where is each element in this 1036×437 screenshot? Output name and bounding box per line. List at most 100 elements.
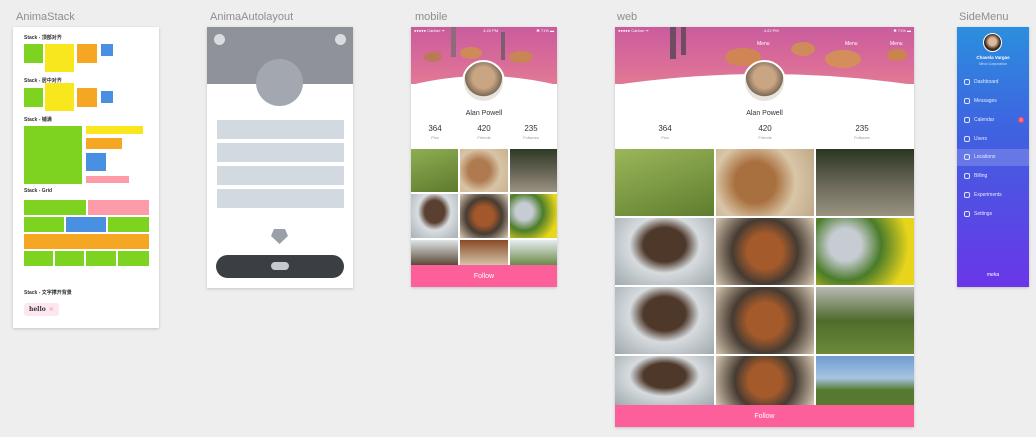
sidebar-item-dashboard[interactable]: Dashboard xyxy=(964,79,998,85)
sidebar-item-locations[interactable]: Locations xyxy=(964,154,995,160)
photo-thumb[interactable] xyxy=(816,149,914,216)
autolayout-row xyxy=(217,166,344,185)
web-status-bar: ●●●●● Carbon ᯤ 4:22 PM ✱ 71% ▬ xyxy=(615,27,914,35)
artboard-title-web[interactable]: web xyxy=(617,11,637,23)
animastack-artboard[interactable]: Stack - 顶部对齐 Stack - 居中对齐 Stack - 铺满 Sta… xyxy=(13,27,159,328)
stack-block-green xyxy=(24,44,43,63)
grid-cell-green xyxy=(24,251,53,266)
sidebar-item-settings[interactable]: Settings xyxy=(964,211,992,217)
sidemenu-artboard[interactable]: Chavela Vargas Mexo Corporation Dashboar… xyxy=(957,27,1029,287)
stack-top-label: Stack - 顶部对齐 xyxy=(24,35,62,41)
autolayout-row xyxy=(217,143,344,162)
brand-logo: meka xyxy=(986,272,1000,278)
grid-cell-green xyxy=(86,251,116,266)
autolayout-button-pill xyxy=(271,262,289,270)
status-time: 4:22 PM xyxy=(763,28,779,33)
photo-thumb[interactable] xyxy=(460,194,508,238)
web-artboard[interactable]: ●●●●● Carbon ᯤ 4:22 PM ✱ 71% ▬ Menu Menu… xyxy=(615,27,914,427)
stack-block-yellow xyxy=(86,126,143,134)
photo-thumb[interactable] xyxy=(460,240,508,265)
grid-cell-orange xyxy=(24,234,149,249)
photo-thumb[interactable] xyxy=(615,149,714,216)
sidebar-item-experiments[interactable]: Experiments xyxy=(964,192,1002,198)
follow-button[interactable]: Follow xyxy=(615,405,914,427)
stack-block-orange xyxy=(77,44,97,63)
photo-thumb[interactable] xyxy=(716,149,814,216)
photo-thumb[interactable] xyxy=(816,218,914,285)
nav-menu-2[interactable]: Menu xyxy=(845,41,858,47)
artboard-title-mobile[interactable]: mobile xyxy=(415,11,447,23)
calendar-badge: 3 xyxy=(1018,117,1024,123)
follow-button[interactable]: Follow xyxy=(411,265,557,287)
stack-block-green xyxy=(24,126,82,184)
photo-thumb[interactable] xyxy=(816,287,914,354)
user-org: Mexo Corporation xyxy=(979,62,1007,66)
photo-thumb[interactable] xyxy=(460,149,508,192)
photo-thumb[interactable] xyxy=(716,218,814,285)
grid-cell-green xyxy=(24,200,86,215)
status-carrier: ●●●●● Carbon ᯤ xyxy=(618,28,650,33)
photo-thumb[interactable] xyxy=(615,287,714,354)
photo-thumb[interactable] xyxy=(615,356,714,405)
stack-text-label: Stack - 文字撑开背景 xyxy=(24,290,72,296)
status-battery: ✱ 71% ▬ xyxy=(536,28,554,33)
photo-thumb[interactable] xyxy=(411,194,458,238)
chip-text: hello xyxy=(29,306,46,313)
photo-thumb[interactable] xyxy=(510,240,557,265)
profile-name: Alan Powell xyxy=(746,110,783,117)
stat-followers[interactable]: 235 Follwoes xyxy=(515,124,547,140)
pentagon-icon xyxy=(271,229,288,244)
stack-block-blue xyxy=(86,153,106,171)
photo-thumb[interactable] xyxy=(615,218,714,285)
artboard-title-animastack[interactable]: AnimaStack xyxy=(16,11,75,23)
user-avatar[interactable] xyxy=(983,33,1002,52)
status-carrier: ●●●●● Carbon ᯤ xyxy=(414,28,446,33)
grid-cell-pink xyxy=(88,200,149,215)
stack-block-blue xyxy=(101,44,113,56)
mobile-status-bar: ●●●●● Carbon ᯤ 4:22 PM ✱ 71% ▬ xyxy=(411,27,557,35)
messages-icon xyxy=(964,98,970,104)
status-battery: ✱ 71% ▬ xyxy=(893,28,911,33)
photo-thumb[interactable] xyxy=(411,149,458,192)
photo-thumb[interactable] xyxy=(716,356,814,405)
autolayout-artboard[interactable] xyxy=(207,27,353,288)
close-icon[interactable]: × xyxy=(49,306,54,313)
stat-pics[interactable]: 364 Pics xyxy=(649,124,681,140)
status-time: 4:22 PM xyxy=(483,28,499,33)
profile-avatar[interactable] xyxy=(462,60,505,103)
stat-friends[interactable]: 420 Friends xyxy=(468,124,500,140)
billing-icon xyxy=(964,173,970,179)
stat-pics[interactable]: 364 Pics xyxy=(419,124,451,140)
photo-thumb[interactable] xyxy=(510,194,557,238)
photo-thumb[interactable] xyxy=(716,287,814,354)
nav-menu-1[interactable]: Menu xyxy=(757,41,770,47)
sidebar-item-billing[interactable]: Billing xyxy=(964,173,987,179)
photo-thumb[interactable] xyxy=(816,356,914,405)
autolayout-header-dot-left xyxy=(214,34,225,45)
sidebar-item-users[interactable]: Users xyxy=(964,136,987,142)
calendar-icon xyxy=(964,117,970,123)
profile-avatar[interactable] xyxy=(743,60,786,103)
grid-cell-green xyxy=(108,217,149,232)
sidebar-item-calendar[interactable]: Calendar xyxy=(964,117,994,123)
photo-thumb[interactable] xyxy=(411,240,458,265)
hello-chip[interactable]: hello × xyxy=(24,303,59,316)
stat-friends[interactable]: 420 Friends xyxy=(749,124,781,140)
grid-cell-green xyxy=(55,251,84,266)
stack-block-yellow xyxy=(45,44,74,72)
photo-thumb[interactable] xyxy=(510,149,557,192)
stack-block-yellow xyxy=(45,83,74,111)
sidebar-item-messages[interactable]: Messages xyxy=(964,98,997,104)
nav-menu-3[interactable]: Menu xyxy=(890,41,903,47)
autolayout-avatar xyxy=(256,59,303,106)
artboard-title-sidemenu[interactable]: SideMenu xyxy=(959,11,1009,23)
user-name: Chavela Vargas xyxy=(976,55,1010,60)
grid-cell-green xyxy=(118,251,149,266)
stack-block-blue xyxy=(101,91,113,103)
stat-followers[interactable]: 235 Follwoes xyxy=(846,124,878,140)
artboard-title-animaautolayout[interactable]: AnimaAutolayout xyxy=(210,11,293,23)
gear-icon xyxy=(964,211,970,217)
mobile-artboard[interactable]: ●●●●● Carbon ᯤ 4:22 PM ✱ 71% ▬ Alan Powe… xyxy=(411,27,557,287)
stack-block-orange xyxy=(77,88,97,107)
autolayout-row xyxy=(217,120,344,139)
